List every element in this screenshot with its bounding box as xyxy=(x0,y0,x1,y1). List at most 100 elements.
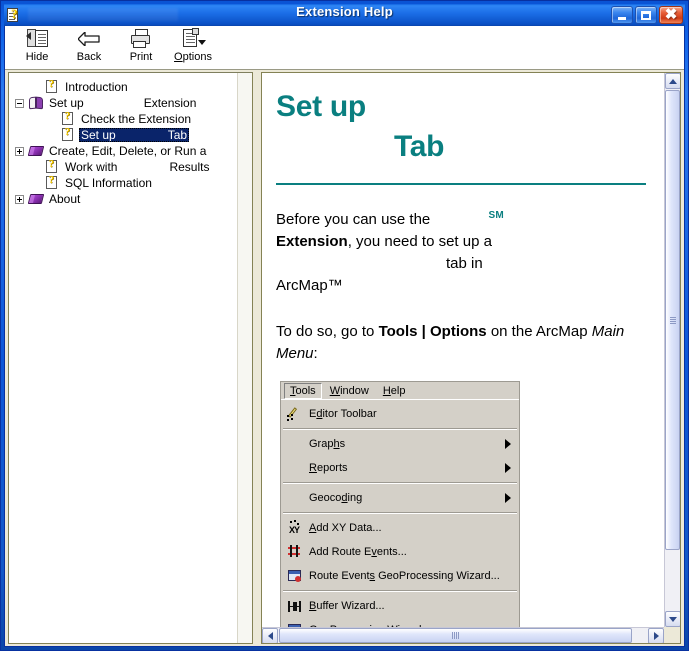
tree-item[interactable]: ? Set up Tab xyxy=(9,126,252,143)
tree-expander-placeholder xyxy=(47,131,56,140)
figure-menu-item[interactable]: XY Add XY Data... xyxy=(281,516,519,540)
figure-menu-item-label: Graphs xyxy=(309,438,346,450)
content-horizontal-scrollbar[interactable] xyxy=(262,627,664,643)
maximize-button[interactable] xyxy=(635,6,657,24)
tree-item-label: Set up Tab xyxy=(79,128,190,142)
tree-expander-plus-icon[interactable] xyxy=(15,194,24,204)
tree-item-label: Check the Extension xyxy=(79,112,193,126)
intro-text-a: Before you can use the xyxy=(276,211,431,228)
tree-item[interactable]: ? SQL Information xyxy=(9,174,252,191)
minimize-button[interactable] xyxy=(611,6,633,24)
instruction-paragraph: To do so, go to Tools | Options on the A… xyxy=(276,321,646,365)
editor-pencil-icon xyxy=(285,406,305,422)
menu-path: Tools | Options xyxy=(378,323,487,340)
print-button[interactable]: Print xyxy=(115,26,167,68)
pane-splitter[interactable] xyxy=(253,72,261,644)
menu-item-icon-placeholder xyxy=(285,436,305,452)
figure-menu-item[interactable]: Geocoding xyxy=(281,486,519,510)
figure-menu-item-label: Reports xyxy=(309,462,348,474)
add-xy-data-icon: XY xyxy=(285,520,305,536)
tree-item[interactable]: Create, Edit, Delete, or Run a xyxy=(9,143,252,159)
figure-menubar-item[interactable]: Help xyxy=(377,383,412,399)
horizontal-scroll-thumb[interactable] xyxy=(279,628,632,643)
tree-item-text: Check the Extension xyxy=(81,112,192,126)
submenu-arrow-icon xyxy=(505,439,511,449)
tree-item-text: Work with xyxy=(65,160,118,174)
scroll-up-button[interactable] xyxy=(665,73,680,89)
tree-item-label: Work with Results xyxy=(63,160,211,174)
tree-expander-placeholder xyxy=(31,179,40,188)
figure-menu-item[interactable]: Graphs xyxy=(281,432,519,456)
tree-item[interactable]: ? Work with Results xyxy=(9,158,252,175)
hide-pane-icon xyxy=(24,28,50,50)
back-button-label: Back xyxy=(76,51,102,63)
figure-menu-item-label: Add Route Events... xyxy=(309,546,407,558)
help-page-icon: ? xyxy=(44,174,60,190)
tree-item-text: Set up xyxy=(81,128,116,142)
figure-menu-item[interactable]: Add Route Events... xyxy=(281,540,519,564)
split-panes: ? Introduction Set up Extension? Check the … xyxy=(5,70,684,646)
menu-separator xyxy=(283,512,517,514)
figure-menu-item[interactable]: Route Events GeoProcessing Wizard... xyxy=(281,564,519,588)
scroll-left-button[interactable] xyxy=(262,628,278,643)
help-topic-tree[interactable]: ? Introduction Set up Extension? Check the … xyxy=(9,73,252,207)
figure-menu-item-label: Geocoding xyxy=(309,492,363,504)
page-title: Set up Tab xyxy=(276,87,646,167)
tree-item-text: Introduction xyxy=(65,80,128,94)
menu-separator xyxy=(283,428,517,430)
scroll-down-button[interactable] xyxy=(665,611,680,627)
tree-item-text: SQL Information xyxy=(65,176,152,190)
figure-menu-item-label: Buffer Wizard... xyxy=(309,600,385,612)
content-vertical-scrollbar[interactable] xyxy=(664,73,680,627)
help-document-icon: ? xyxy=(6,6,22,23)
menu-separator xyxy=(283,482,517,484)
closed-book-icon xyxy=(27,192,45,206)
help-page-icon: ? xyxy=(60,126,76,142)
tree-item[interactable]: About xyxy=(9,191,252,207)
figure-menu-item-label: Add XY Data... xyxy=(309,522,382,534)
tree-item[interactable]: Set up Extension xyxy=(9,95,252,111)
scroll-right-button[interactable] xyxy=(648,628,664,643)
buffer-wizard-icon xyxy=(285,598,305,614)
figure-menu-item[interactable]: GeoProcessing Wizard... xyxy=(281,618,519,627)
redacted-product-name xyxy=(84,96,144,110)
tree-expander-plus-icon[interactable] xyxy=(15,146,24,156)
figure-menu-item[interactable]: Reports xyxy=(281,456,519,480)
tree-item[interactable]: ? Check the Extension xyxy=(9,110,252,127)
figure-menu-item[interactable]: Buffer Wizard... xyxy=(281,594,519,618)
figure-menu-bar: Tools Window Help xyxy=(281,382,519,400)
submenu-arrow-icon xyxy=(505,493,511,503)
intro-text-d: tab in xyxy=(446,255,483,272)
figure-menubar-item[interactable]: Window xyxy=(324,383,375,399)
tree-item-text-tail: Extension xyxy=(143,96,197,110)
intro-paragraph: Before you can use the SM Extension, you… xyxy=(276,209,646,297)
hide-button[interactable]: Hide xyxy=(11,26,63,68)
options-button[interactable]: Options xyxy=(167,26,219,68)
tree-expander-placeholder xyxy=(31,163,40,172)
submenu-arrow-icon xyxy=(505,463,511,473)
figure-menu-item[interactable]: Editor Toolbar xyxy=(281,402,519,426)
figure-menubar-item[interactable]: Tools xyxy=(284,382,322,399)
redacted-product-name xyxy=(117,160,169,174)
tree-item[interactable]: ? Introduction xyxy=(9,78,252,95)
tree-item-label: Introduction xyxy=(63,80,130,94)
scrollbar-corner xyxy=(664,627,680,643)
page-title-line2: Tab xyxy=(394,130,445,163)
tree-item-label: About xyxy=(47,192,82,206)
figure-menu-item-label: Editor Toolbar xyxy=(309,408,377,420)
tree-item-text: Set up xyxy=(49,96,84,110)
intro-text-e: ArcMap™ xyxy=(276,277,343,294)
help-window: ? Extension Help ✖ Hide Back Print Optio… xyxy=(0,0,689,651)
intro-text-extension: Extension xyxy=(276,233,348,250)
redacted-title-prefix xyxy=(28,8,178,21)
client-area: Hide Back Print Options ? Introduction S… xyxy=(4,26,685,647)
nav-pane-scrollbar[interactable] xyxy=(237,73,252,643)
hide-button-label: Hide xyxy=(25,51,49,63)
tree-expander-minus-icon[interactable] xyxy=(15,98,24,108)
close-button[interactable]: ✖ xyxy=(659,6,683,24)
vertical-scroll-thumb[interactable] xyxy=(665,90,680,550)
back-button[interactable]: Back xyxy=(63,26,115,68)
service-mark: SM xyxy=(488,210,505,221)
open-book-icon xyxy=(28,96,44,110)
title-divider xyxy=(276,183,646,185)
